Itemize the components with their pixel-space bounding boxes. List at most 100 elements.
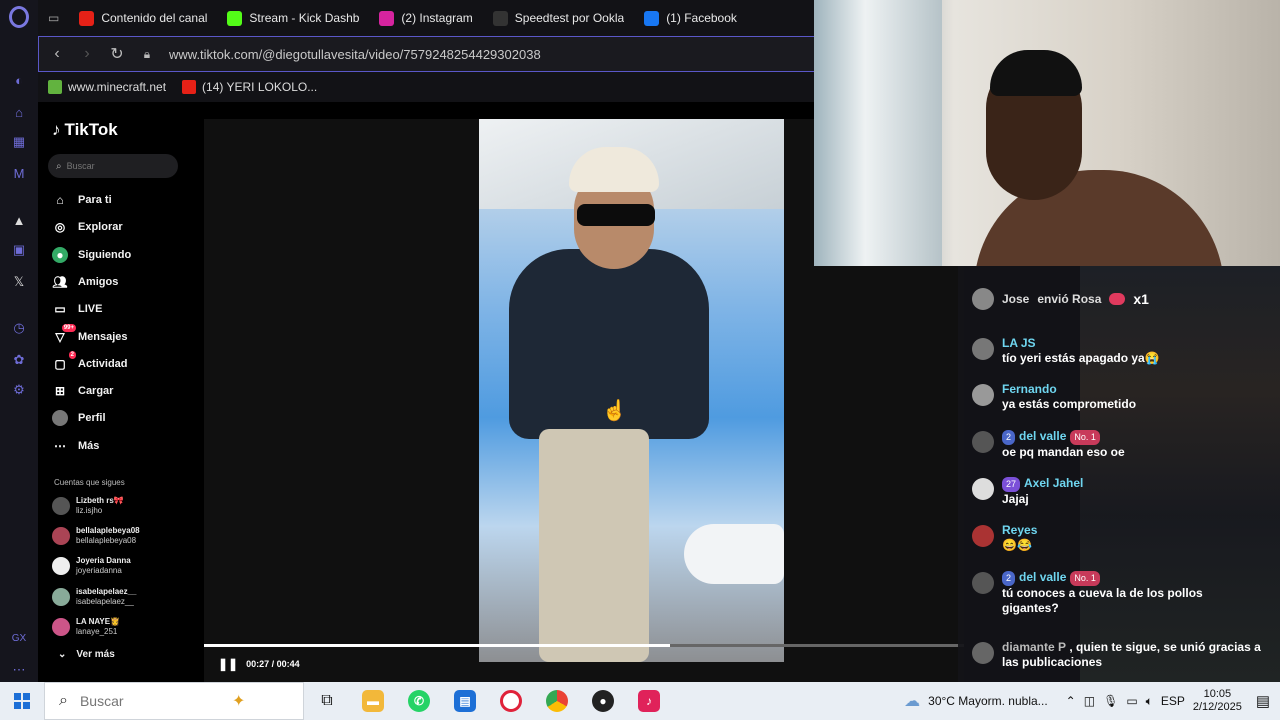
live-chat: Jose envió Rosa x1 LA JS tío yeri estás a…	[958, 266, 1280, 682]
chrome-button[interactable]	[534, 682, 580, 720]
messenger-icon[interactable]: M	[9, 163, 29, 183]
bookmark-youtube[interactable]: (14) YERI LOKOLO...	[182, 80, 317, 94]
avatar	[972, 572, 994, 594]
following-account[interactable]: isabelapelaez__ isabelapelaez__	[52, 587, 136, 607]
video-frame[interactable]	[479, 119, 784, 662]
tab-instagram[interactable]: (2) Instagram	[369, 0, 482, 36]
tiktok-sidebar: ♪ TikTok ⌕ ⌂Para ti ◎Explorar ●Siguiendo…	[38, 102, 204, 682]
video-progress-bar[interactable]	[204, 644, 964, 647]
upload-icon: ⊞	[54, 384, 66, 398]
network-icon[interactable]: ▭	[1126, 694, 1137, 708]
nav-explorar[interactable]: ◎ Explorar	[52, 217, 123, 237]
extensions-icon[interactable]: ✿	[9, 350, 29, 370]
bookmarks-bar: www.minecraft.net (14) YERI LOKOLO...	[38, 72, 814, 102]
more-dots-icon[interactable]: ⋯	[9, 660, 29, 680]
profile-icon	[52, 410, 68, 426]
chat-message: Fernando ya estás comprometido	[972, 382, 1136, 412]
windows-logo-icon	[14, 693, 30, 709]
taskbar-search[interactable]: ⌕ ✦	[44, 682, 304, 720]
nav-cargar[interactable]: ⊞ Cargar	[52, 381, 114, 401]
clock[interactable]: 10:05 2/12/2025	[1193, 688, 1242, 714]
x-icon[interactable]: 𝕏	[9, 272, 29, 292]
start-button[interactable]	[0, 682, 44, 720]
taskbar-search-input[interactable]	[79, 693, 220, 709]
nav-mas[interactable]: ⋯ Más	[52, 436, 99, 456]
obs-button[interactable]: ●	[580, 682, 626, 720]
see-more-button[interactable]: ⌄ Ver más	[58, 649, 115, 660]
microphone-icon[interactable]: 🎙︎	[1103, 694, 1118, 708]
settings-icon[interactable]: ⚙	[9, 380, 29, 400]
nav-amigos[interactable]: 👥︎ Amigos	[52, 272, 118, 292]
chrome-icon	[546, 690, 568, 712]
nav-mensajes[interactable]: ▽ 99+ Mensajes	[52, 324, 128, 347]
workspaces-icon[interactable]: ⌂	[9, 102, 29, 122]
avatar	[52, 618, 70, 636]
tab-youtube[interactable]: Contenido del canal	[69, 0, 217, 36]
nav-live[interactable]: ▭ LIVE	[52, 299, 102, 319]
kick-sidebar-icon[interactable]: ▲	[9, 210, 29, 230]
language-indicator[interactable]: ESP	[1161, 694, 1185, 708]
tiktok-logo[interactable]: ♪ TikTok	[52, 120, 118, 140]
webcam-overlay	[814, 0, 1280, 266]
tiktok-search[interactable]: ⌕	[48, 154, 178, 178]
chat-message: diamante P , quien te sigue, se unió gra…	[972, 640, 1272, 670]
url-field[interactable]: www.tiktok.com/@diegotullavesita/video/7…	[169, 47, 541, 62]
level-badge: 2	[1002, 430, 1016, 445]
tab-facebook[interactable]: (1) Facebook	[634, 0, 747, 36]
nav-perfil[interactable]: Perfil	[52, 408, 106, 428]
screen: ◐ ⌂ ▦ M ▲ ▣ 𝕏 ◷ ✿ ⚙ GX ⋯ ▭ Contenido del…	[0, 0, 1280, 720]
nav-siguiendo[interactable]: ● Siguiendo	[52, 245, 131, 265]
following-account[interactable]: bellalaplebeya08 bellalaplebeya08	[52, 526, 140, 546]
following-account[interactable]: Lizbeth rs🎀 liz.isjho	[52, 496, 124, 516]
back-button[interactable]: ‹	[45, 42, 69, 66]
notifications-icon[interactable]: ▤	[1256, 692, 1270, 710]
live-icon: ▭	[54, 302, 66, 316]
opera-logo-icon[interactable]	[9, 6, 29, 28]
video-progress-fill	[204, 644, 671, 647]
chevron-up-icon[interactable]: ⌃	[1066, 694, 1076, 708]
whatsapp-button[interactable]: ✆	[396, 682, 442, 720]
video-scene-glasses	[577, 204, 655, 226]
tab-kick[interactable]: Stream - Kick Dashboard	[217, 0, 369, 36]
camera-icon[interactable]: ◫	[1084, 694, 1095, 708]
pause-icon[interactable]: ❚❚	[218, 657, 238, 671]
volume-icon[interactable]: 🔈︎	[1146, 694, 1153, 709]
tiktok-app-icon: ♪	[638, 690, 660, 712]
twitch-icon[interactable]: ▣	[9, 240, 29, 260]
speedtest-icon	[492, 10, 508, 26]
task-view-button[interactable]: ⧉	[304, 682, 350, 720]
friends-icon: 👥︎	[52, 275, 68, 289]
tiktok-button[interactable]: ♪	[626, 682, 672, 720]
twitch-studio-icon[interactable]: ▦	[9, 132, 29, 152]
gx-icon[interactable]: GX	[9, 628, 29, 648]
following-account[interactable]: LA NAYE👸 lanaye_251	[52, 617, 120, 637]
gift-message: Jose envió Rosa x1	[972, 288, 1149, 310]
system-tray: ☁ 30°C Mayorm. nubla... ⌃ ◫ 🎙︎ ▭ 🔈︎ ESP …	[904, 682, 1280, 720]
following-title: Cuentas que sigues	[54, 478, 125, 487]
store-button[interactable]: ▤	[442, 682, 488, 720]
weather-icon[interactable]: ☁	[904, 691, 920, 711]
nav-actividad[interactable]: ▢ 2 Actividad	[52, 351, 128, 374]
history-icon[interactable]: ◷	[9, 318, 29, 338]
webcam-scene-door	[814, 0, 942, 266]
opera-gx-button[interactable]	[488, 682, 534, 720]
nav-para-ti[interactable]: ⌂ Para ti	[52, 190, 111, 210]
following-icon: ●	[52, 247, 68, 263]
forward-button[interactable]: ›	[75, 42, 99, 66]
tab-tab-switcher[interactable]: ▭	[38, 0, 69, 36]
instagram-icon	[379, 10, 395, 26]
file-explorer-button[interactable]: ▬	[350, 682, 396, 720]
avatar	[972, 642, 994, 664]
tiktok-search-input[interactable]	[66, 161, 167, 171]
more-icon: ⋯	[54, 439, 66, 453]
search-icon: ⌕	[56, 160, 62, 172]
weather-text[interactable]: 30°C Mayorm. nubla...	[928, 694, 1048, 708]
avatar	[52, 588, 70, 606]
kick-icon	[227, 10, 243, 26]
following-account[interactable]: Joyeria Danna joyeriadanna	[52, 556, 131, 576]
bookmark-minecraft[interactable]: www.minecraft.net	[48, 80, 166, 94]
reload-button[interactable]: ↻	[105, 42, 129, 66]
tab-speedtest[interactable]: Speedtest por Ookla	[483, 0, 634, 36]
aria-icon[interactable]: ◐	[9, 70, 29, 90]
folder-icon: ▬	[362, 690, 384, 712]
